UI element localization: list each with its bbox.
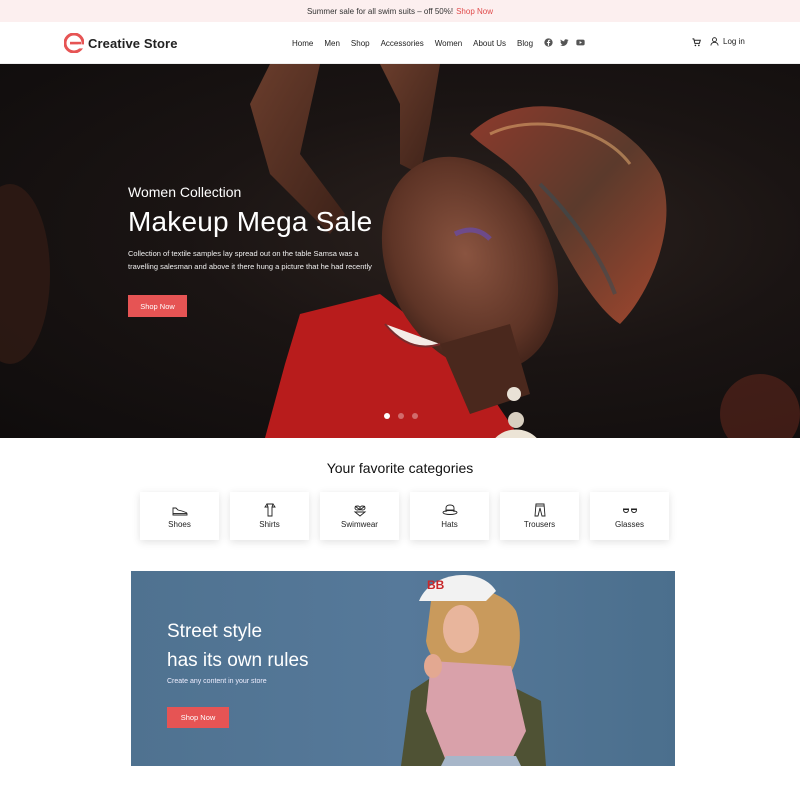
category-swimwear[interactable]: Swimwear [320, 492, 399, 540]
svg-text:BB: BB [427, 578, 445, 592]
category-list: Shoes Shirts Swimwear Hats Trousers Glas… [140, 492, 669, 540]
slider-dot-2[interactable] [398, 413, 404, 419]
hero-content: Women Collection Makeup Mega Sale Collec… [128, 184, 390, 273]
cart-icon [692, 38, 701, 47]
nav-home[interactable]: Home [292, 39, 313, 48]
promo-title-line1: Street style [167, 621, 263, 642]
category-trousers[interactable]: Trousers [500, 492, 579, 540]
slider-dot-3[interactable] [412, 413, 418, 419]
twitter-icon[interactable] [560, 38, 569, 47]
category-label: Glasses [615, 520, 644, 529]
categories-heading: Your favorite categories [326, 460, 474, 476]
promo-shop-now-button[interactable]: Shop Now [167, 707, 229, 728]
glasses-icon [622, 508, 637, 513]
announcement-bar: Summer sale for all swim suits – off 50%… [0, 0, 800, 22]
slider-dot-1[interactable] [384, 413, 390, 419]
category-label: Swimwear [341, 520, 378, 529]
logo-icon [64, 33, 84, 53]
logo[interactable]: Creative Store [64, 33, 178, 53]
social-links [544, 38, 585, 47]
nav-blog[interactable]: Blog [517, 39, 533, 48]
hero-subtitle: Women Collection [128, 184, 242, 200]
promo-title: Street style has its own rules [167, 617, 309, 675]
nav-accessories[interactable]: Accessories [381, 39, 424, 48]
user-icon [710, 37, 719, 46]
category-hats[interactable]: Hats [410, 492, 489, 540]
hero-shop-now-button[interactable]: Shop Now [128, 295, 187, 317]
trousers-icon [534, 503, 545, 517]
shirt-icon [263, 503, 276, 517]
shoe-icon [172, 507, 187, 516]
nav-women[interactable]: Women [435, 39, 462, 48]
category-label: Hats [441, 520, 458, 529]
announcement-shop-link[interactable]: Shop Now [456, 7, 493, 16]
facebook-icon[interactable] [544, 38, 553, 47]
category-shoes[interactable]: Shoes [140, 492, 219, 540]
category-shirts[interactable]: Shirts [230, 492, 309, 540]
hero-description: Collection of textile samples lay spread… [128, 249, 372, 271]
hat-icon [442, 504, 457, 515]
promo-title-line2: has its own rules [167, 650, 309, 671]
category-label: Shoes [168, 520, 191, 529]
main-nav: Home Men Shop Accessories Women About Us… [292, 22, 544, 64]
swimwear-icon [353, 505, 366, 517]
site-header: Creative Store Home Men Shop Accessories… [0, 22, 800, 64]
promo-subtitle: Create any content in your store [167, 678, 267, 685]
category-label: Shirts [259, 520, 280, 529]
category-glasses[interactable]: Glasses [590, 492, 669, 540]
nav-about-us[interactable]: About Us [473, 39, 506, 48]
login-link[interactable]: Log in [710, 37, 745, 46]
youtube-icon[interactable] [576, 38, 585, 47]
nav-men[interactable]: Men [324, 39, 340, 48]
slider-dots [384, 413, 418, 419]
promo-banner: BB Street style has its own rules Create… [131, 571, 675, 766]
cart-button[interactable] [692, 38, 701, 47]
nav-shop[interactable]: Shop [351, 39, 370, 48]
login-label: Log in [723, 37, 745, 46]
hero-title: Makeup Mega Sale [128, 206, 373, 237]
hero-slider: Women Collection Makeup Mega Sale Collec… [0, 64, 800, 438]
hero-image [0, 64, 800, 438]
announcement-text: Summer sale for all swim suits – off 50%… [306, 6, 454, 16]
brand-name: Creative Store [88, 35, 178, 51]
category-label: Trousers [523, 520, 556, 529]
